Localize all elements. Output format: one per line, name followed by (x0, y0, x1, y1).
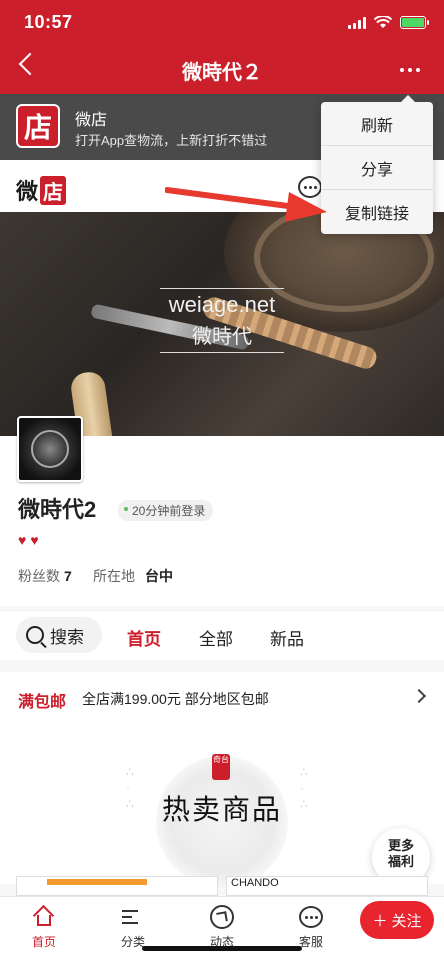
hero-divider-bottom (160, 352, 284, 353)
more-options-icon[interactable] (400, 68, 420, 72)
page: 10:57 微時代２ 店 微店 打开App查物流，上新打折不错过 微 店 wei… (0, 0, 444, 960)
weidian-app-logo: 店 (16, 104, 60, 148)
product-card[interactable] (16, 876, 218, 896)
shop-hero-image: weiage.net 微時代 (0, 212, 444, 436)
page-title: 微時代２ (182, 62, 262, 84)
follow-button[interactable]: ＋ 关注 (360, 901, 434, 939)
status-time: 10:57 (24, 12, 73, 32)
promo-label: 满包邮 (18, 694, 67, 711)
plus-icon: ＋ (372, 912, 388, 930)
weidian-logo-box: 店 (40, 175, 67, 205)
weidian-logo-text: 微 (16, 179, 39, 204)
seal-stamp: 奇台 (212, 754, 230, 780)
shop-avatar[interactable] (17, 416, 83, 482)
wifi-icon (374, 16, 392, 28)
bottom-nav-feed[interactable]: 动态 (192, 903, 252, 950)
bottom-nav-home[interactable]: 首页 (14, 903, 74, 950)
battery-icon (400, 16, 429, 29)
product-card[interactable]: CHANDO (226, 876, 428, 896)
banner-app-name: 微店 (75, 112, 108, 129)
chevron-right-icon (411, 688, 427, 704)
bottom-nav-service[interactable]: 客服 (281, 903, 341, 950)
more-benefits-line1: 更多 (387, 838, 414, 853)
bottom-nav-category[interactable]: 分类 (103, 903, 163, 950)
shop-name: 微時代2 (18, 497, 97, 522)
top-bar: 10:57 微時代２ (0, 0, 444, 94)
follow-label: 关注 (391, 912, 422, 930)
home-indicator (142, 946, 302, 951)
location-value: 台中 (145, 568, 173, 584)
menu-item-share[interactable]: 分享 (321, 146, 433, 190)
category-icon (122, 909, 144, 925)
tab-all[interactable]: 全部 (199, 625, 233, 650)
shop-tabs: 搜索 首页 全部 新品 (0, 610, 444, 660)
more-benefits-line2: 福利 (387, 854, 414, 869)
search-label: 搜索 (50, 627, 84, 647)
tab-new[interactable]: 新品 (270, 625, 304, 650)
tab-home[interactable]: 首页 (127, 625, 161, 650)
search-button[interactable]: 搜索 (16, 617, 102, 653)
product-card-brand: CHANDO (231, 877, 279, 889)
login-status-badge: 20分钟前登录 (118, 500, 214, 521)
annotation-arrow-icon (165, 187, 327, 222)
menu-item-refresh[interactable]: 刷新 (321, 102, 433, 146)
hero-watermark-url: weiage.net (168, 292, 276, 317)
promo-text: 全店满199.00元 部分地区包邮 (82, 691, 269, 707)
banner-description: 打开App查物流，上新打折不错过 (75, 133, 268, 148)
fans-label: 粉丝数 (18, 568, 60, 584)
location-label: 所在地 (93, 568, 135, 584)
fans-count: 7 (64, 568, 72, 584)
fans-stat: 粉丝数 7 (18, 566, 72, 586)
signal-icon (348, 16, 366, 29)
compass-icon (210, 905, 234, 929)
status-icons (348, 16, 429, 29)
search-icon (26, 626, 44, 644)
home-icon (32, 904, 55, 927)
weidian-logo[interactable]: 微 店 (16, 174, 67, 206)
location-stat: 所在地 台中 (93, 566, 173, 586)
free-shipping-promo[interactable]: 满包邮 全店满199.00元 部分地区包邮 (0, 672, 444, 724)
hot-products-title: 热卖商品 (161, 794, 282, 825)
bottom-nav-home-label: 首页 (31, 935, 56, 949)
hero-divider-top (160, 288, 284, 289)
service-icon (299, 906, 323, 928)
reputation-hearts: ♥♥ (18, 532, 43, 548)
hero-watermark-name: 微時代 (192, 326, 252, 348)
menu-item-copy-link[interactable]: 复制链接 (321, 190, 433, 234)
options-dropdown-menu: 刷新 分享 复制链接 (321, 95, 433, 234)
